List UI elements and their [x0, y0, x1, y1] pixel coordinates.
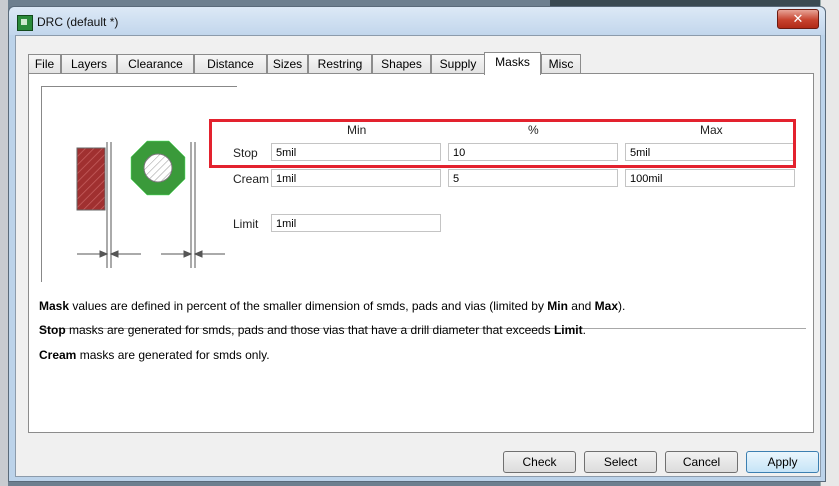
tab-supply[interactable]: Supply	[431, 54, 485, 73]
masks-panel: Min % Max Stop 5mil 10 5mil Cream 1mil 5…	[28, 73, 814, 433]
info-stop-end: .	[582, 323, 586, 337]
tab-file[interactable]: File	[28, 54, 61, 73]
header-percent: %	[528, 123, 539, 137]
tab-layers[interactable]: Layers	[61, 54, 117, 73]
info-cream-term: Cream	[39, 348, 77, 362]
check-button[interactable]: Check	[503, 451, 576, 473]
info-stop-text: masks are generated for smds, pads and t…	[65, 323, 554, 337]
info-end-text: ).	[618, 299, 626, 313]
tab-restring[interactable]: Restring	[308, 54, 372, 73]
cream-label: Cream	[233, 172, 270, 186]
tab-clearance[interactable]: Clearance	[117, 54, 194, 73]
tab-shapes[interactable]: Shapes	[372, 54, 431, 73]
stop-max-input[interactable]: 5mil	[625, 143, 795, 161]
info-and-text: and	[567, 299, 595, 313]
tab-misc[interactable]: Misc	[541, 54, 581, 73]
limit-label: Limit	[233, 217, 259, 231]
cream-percent-input[interactable]: 5	[448, 169, 618, 187]
cream-min-input[interactable]: 1mil	[271, 169, 441, 187]
cancel-button[interactable]: Cancel	[665, 451, 738, 473]
info-min-term: Min	[547, 299, 568, 313]
stop-percent-input[interactable]: 10	[448, 143, 618, 161]
via-pad-shape	[130, 140, 186, 196]
stop-label: Stop	[233, 146, 258, 160]
info-mask-text: values are defined in percent of the sma…	[69, 299, 548, 313]
header-min: Min	[347, 123, 367, 137]
limit-input[interactable]: 1mil	[271, 214, 441, 232]
info-limit-term: Limit	[553, 323, 583, 337]
window-title: DRC (default *)	[37, 15, 119, 29]
info-cream-text: masks are generated for smds only.	[76, 348, 270, 362]
info-mask-term: Mask	[39, 299, 70, 313]
smd-pad-shape	[76, 147, 106, 211]
info-stop-term: Stop	[39, 323, 66, 337]
tab-sizes[interactable]: Sizes	[267, 54, 308, 73]
dialog-body: File Layers Clearance Distance Sizes Res…	[15, 35, 821, 477]
info-cream-line: Cream masks are generated for smds only.	[39, 348, 270, 362]
close-button[interactable]: ✕	[777, 9, 819, 29]
cream-max-input[interactable]: 100mil	[625, 169, 795, 187]
header-max: Max	[700, 123, 723, 137]
tab-masks[interactable]: Masks	[484, 52, 541, 75]
title-bar[interactable]: DRC (default *) ✕	[9, 7, 825, 35]
app-icon	[17, 15, 33, 31]
apply-button[interactable]: Apply	[746, 451, 819, 473]
select-button[interactable]: Select	[584, 451, 657, 473]
info-stop-line: Stop masks are generated for smds, pads …	[39, 323, 586, 337]
background-app-left	[0, 0, 8, 486]
drc-dialog: DRC (default *) ✕ File Layers Clearance …	[8, 6, 826, 482]
mask-diagram	[41, 86, 237, 282]
info-mask-line: Mask values are defined in percent of th…	[39, 299, 625, 313]
info-max-term: Max	[594, 299, 618, 313]
tab-distance[interactable]: Distance	[194, 54, 267, 73]
stop-min-input[interactable]: 5mil	[271, 143, 441, 161]
